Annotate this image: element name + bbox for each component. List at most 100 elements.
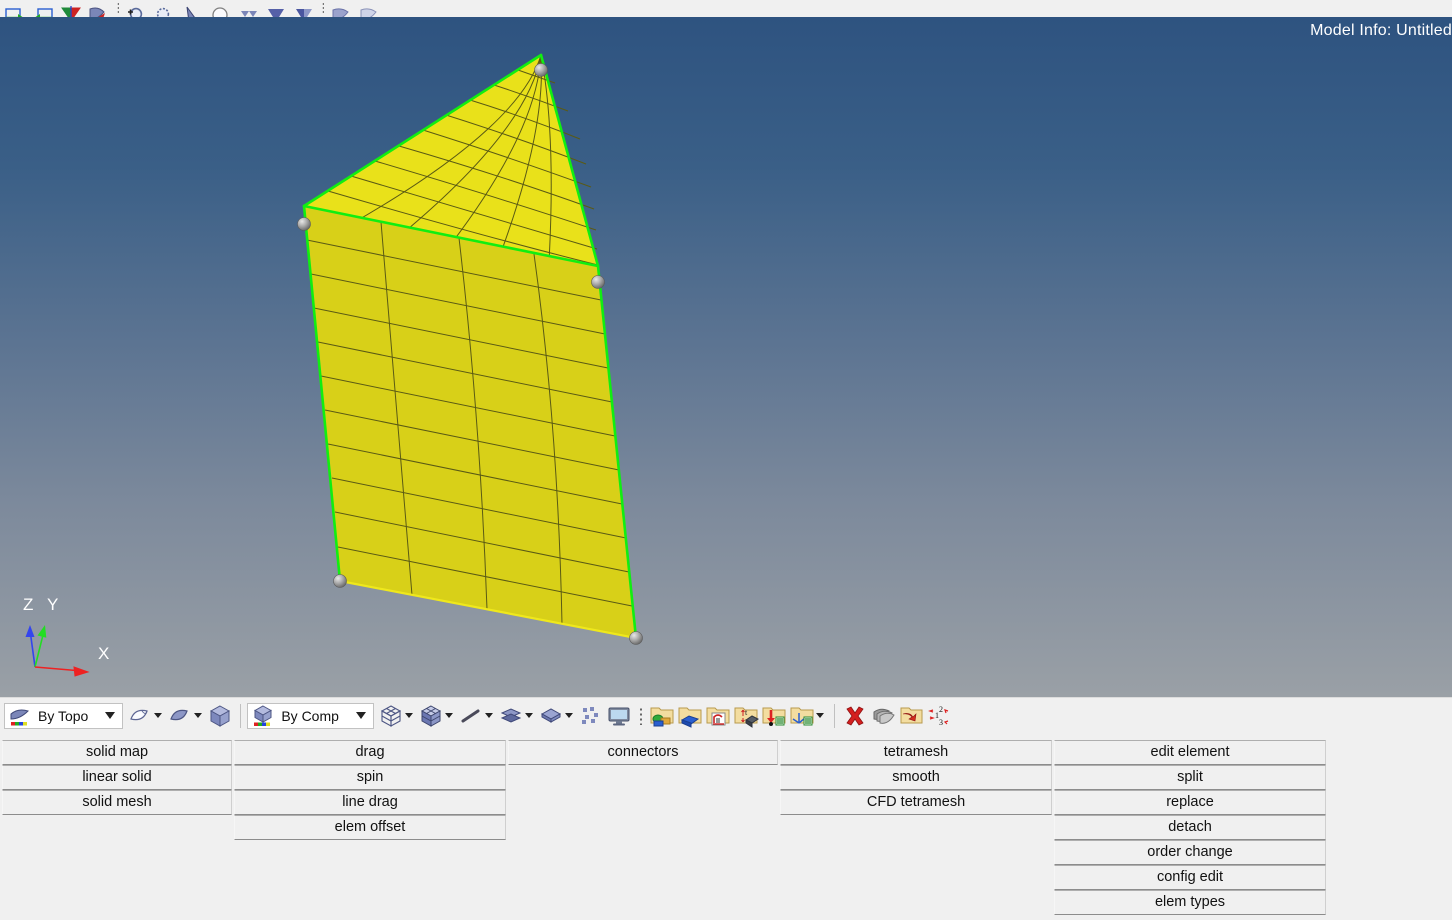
by-topo-selector[interactable]: By Topo (4, 702, 124, 729)
panel-button[interactable]: elem offset (234, 815, 506, 840)
load-collector-folder-icon (705, 703, 731, 729)
line-element-button[interactable] (457, 701, 497, 731)
panel-button[interactable]: edit element (1054, 740, 1326, 765)
panel-button[interactable]: drag (234, 740, 506, 765)
panel-button[interactable]: elem types (1054, 890, 1326, 915)
load-collector-folder-button[interactable] (704, 701, 732, 731)
zoom-window-icon[interactable] (151, 0, 177, 17)
chevron-down-icon[interactable] (350, 703, 373, 728)
chevron-down-icon[interactable] (564, 713, 573, 718)
translate-right-icon[interactable] (2, 0, 28, 17)
by-comp-selector[interactable]: By Comp (247, 702, 374, 729)
axis-label-y: Y (47, 595, 59, 614)
shade-icon[interactable] (328, 0, 354, 17)
chevron-down-icon[interactable] (484, 713, 493, 718)
chevron-down-icon[interactable] (815, 713, 824, 718)
system-folder-button[interactable] (788, 701, 828, 731)
panel-button[interactable]: split (1054, 765, 1326, 790)
axis-triad: Z Y X (10, 595, 125, 685)
translate-left-icon[interactable] (30, 0, 56, 17)
chevron-down-icon[interactable] (404, 713, 413, 718)
panel-button[interactable]: replace (1054, 790, 1326, 815)
split-view-icon[interactable] (291, 0, 317, 17)
panel-button[interactable]: solid mesh (2, 790, 232, 815)
cube-comp-icon (250, 703, 276, 729)
shaded-cube-button[interactable] (417, 701, 457, 731)
thickness-folder-icon: t (733, 703, 759, 729)
toolbar-separator (114, 0, 121, 17)
panel-button[interactable]: order change (1054, 840, 1326, 865)
monitor-button[interactable] (605, 701, 633, 731)
monitor-icon (606, 703, 632, 729)
component-folder-icon (649, 703, 675, 729)
property-folder-icon (677, 703, 703, 729)
panel-button[interactable]: connectors (508, 740, 778, 765)
toolbar-divider-2 (833, 703, 835, 728)
panel-button[interactable]: line drag (234, 790, 506, 815)
panel-button[interactable]: detach (1054, 815, 1326, 840)
force-folder-button[interactable] (760, 701, 788, 731)
chevron-down-icon[interactable] (100, 703, 123, 728)
by-topo-label: By Topo (38, 707, 89, 724)
folder-import-icon (898, 703, 924, 729)
panel-button[interactable]: config edit (1054, 865, 1326, 890)
property-folder-button[interactable] (676, 701, 704, 731)
reflect-icon[interactable] (58, 0, 84, 17)
svg-text:3: 3 (939, 718, 943, 727)
graphics-viewport[interactable]: Model Info: Untitled Z Y X (0, 17, 1452, 697)
delete-button[interactable] (841, 701, 869, 731)
panel-button[interactable]: spin (234, 765, 506, 790)
command-panel: Geom1D2D3DAnalysisToolPost solid mapline… (0, 733, 1452, 920)
shell-element-button[interactable] (537, 701, 577, 731)
axis-label-z: Z (23, 595, 34, 614)
layers-icon (870, 703, 896, 729)
panel-button[interactable]: smooth (780, 765, 1052, 790)
fit-icon[interactable] (235, 0, 261, 17)
panel-button[interactable]: linear solid (2, 765, 232, 790)
mesh-lines-icon (498, 703, 524, 729)
wire-cube-icon (378, 703, 404, 729)
surface-topo-icon (7, 703, 33, 729)
toolbar-separator-2 (319, 0, 326, 17)
surface-shaded-icon (167, 703, 193, 729)
toolbar-dot-separator (636, 704, 645, 728)
surface-shell-button[interactable] (126, 701, 166, 731)
chevron-down-icon[interactable] (154, 713, 163, 718)
circle-icon[interactable] (207, 0, 233, 17)
top-toolbar (0, 0, 1452, 17)
column-solid: solid map linear solid solid mesh (2, 740, 232, 815)
arrow-pick-icon[interactable] (179, 0, 205, 17)
shell-element-icon (538, 703, 564, 729)
mesh-lines-button[interactable] (497, 701, 537, 731)
component-folder-button[interactable] (648, 701, 676, 731)
panel-button[interactable]: solid map (2, 740, 232, 765)
main-toolbar: By Topo By Comp t 2 1 3 (0, 697, 1452, 733)
column-edit: edit element split replace detach order chan… (1054, 740, 1326, 915)
column-drag: drag spin line drag elem offset (234, 740, 506, 840)
by-comp-label: By Comp (281, 707, 339, 724)
chevron-down-icon[interactable] (444, 713, 453, 718)
node-cloud-button[interactable] (577, 701, 605, 731)
wire-cube-button[interactable] (377, 701, 417, 731)
delete-icon (842, 703, 868, 729)
renumber-icon: 2 1 3 (926, 703, 952, 729)
surface-shaded-button[interactable] (166, 701, 206, 731)
renumber-button[interactable]: 2 1 3 (925, 701, 953, 731)
toolbar-divider (240, 703, 242, 728)
project-icon[interactable] (86, 0, 112, 17)
zoom-in-icon[interactable] (123, 0, 149, 17)
chevron-down-icon[interactable] (194, 713, 203, 718)
chevron-down-icon[interactable] (524, 713, 533, 718)
shrink-icon[interactable] (263, 0, 289, 17)
system-folder-icon (789, 703, 815, 729)
panel-button[interactable]: CFD tetramesh (780, 790, 1052, 815)
force-folder-icon (761, 703, 787, 729)
panel-button[interactable]: tetramesh (780, 740, 1052, 765)
column-connectors: connectors (508, 740, 778, 765)
wire-icon[interactable] (356, 0, 382, 17)
solid-cube-button[interactable] (206, 701, 234, 731)
thickness-folder-button[interactable]: t (732, 701, 760, 731)
layers-button[interactable] (869, 701, 897, 731)
solid-cube-icon (207, 703, 233, 729)
folder-import-button[interactable] (897, 701, 925, 731)
